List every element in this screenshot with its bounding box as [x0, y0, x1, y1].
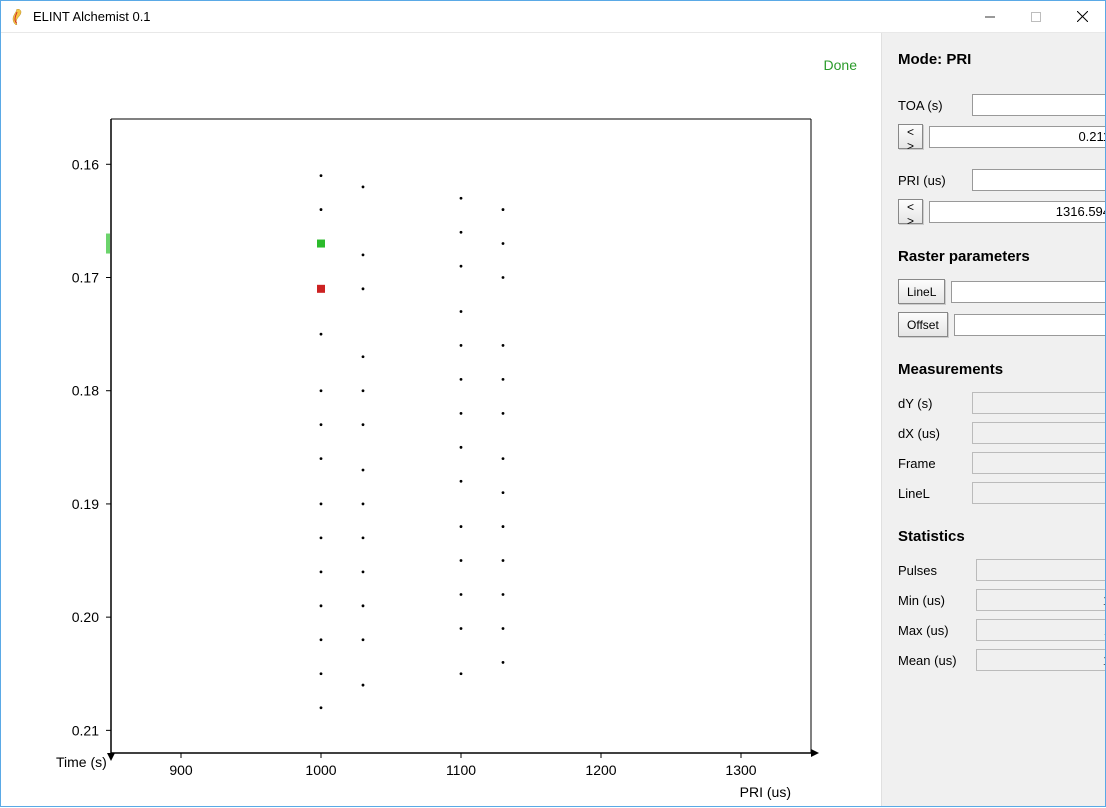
mode-title: Mode: PRI — [898, 51, 1105, 68]
minimize-button[interactable] — [967, 1, 1013, 32]
offset-input[interactable] — [954, 314, 1105, 336]
min-label: Min (us) — [898, 593, 970, 608]
sidebar: Mode: PRI TOA (s) < > PRI (us) < > Raste… — [881, 33, 1105, 806]
pri-label: PRI (us) — [898, 173, 966, 188]
toa-input-2[interactable] — [929, 126, 1105, 148]
frame-value — [972, 452, 1105, 474]
frame-label: Frame — [898, 456, 966, 471]
dy-value — [972, 392, 1105, 414]
pri-input-1[interactable] — [972, 169, 1105, 191]
svg-text:1300: 1300 — [725, 762, 756, 778]
svg-text:0.19: 0.19 — [72, 496, 99, 512]
pri-input-2[interactable] — [929, 201, 1105, 223]
app-icon — [9, 9, 25, 25]
mean-label: Mean (us) — [898, 653, 970, 668]
linel-input[interactable] — [951, 281, 1105, 303]
dx-label: dX (us) — [898, 426, 966, 441]
dx-value — [972, 422, 1105, 444]
pulses-value — [976, 559, 1105, 581]
svg-text:0.17: 0.17 — [72, 270, 99, 286]
linel2-value — [972, 482, 1105, 504]
svg-text:0.16: 0.16 — [72, 156, 99, 172]
mean-value — [976, 649, 1105, 671]
statistics-title: Statistics — [898, 528, 1105, 545]
window-controls — [967, 1, 1105, 32]
svg-text:0.21: 0.21 — [72, 722, 99, 738]
svg-text:1100: 1100 — [446, 762, 476, 778]
max-label: Max (us) — [898, 623, 970, 638]
svg-text:1000: 1000 — [305, 762, 336, 778]
toa-input-1[interactable] — [972, 94, 1105, 116]
title-bar: ELINT Alchemist 0.1 — [1, 1, 1105, 33]
plot-area[interactable]: Done 90010001100120013000.160.170.180.19… — [1, 33, 881, 806]
scatter-plot[interactable]: 900 1000 1100 1200 1300 0.16 0.17 0.18 0.19 0.20 0… — [1, 33, 881, 808]
svg-text:900: 900 — [169, 762, 193, 778]
maximize-button[interactable] — [1013, 1, 1059, 32]
svg-text:0.20: 0.20 — [72, 609, 99, 625]
linel2-label: LineL — [898, 486, 966, 501]
offset-button[interactable]: Offset — [898, 312, 948, 337]
pulses-label: Pulses — [898, 563, 970, 578]
toa-nav-button[interactable]: < > — [898, 124, 923, 149]
max-value — [976, 619, 1105, 641]
toa-label: TOA (s) — [898, 98, 966, 113]
close-button[interactable] — [1059, 1, 1105, 32]
svg-text:Time (s): Time (s) — [56, 754, 107, 770]
svg-text:0.18: 0.18 — [72, 383, 99, 399]
linel-button[interactable]: LineL — [898, 279, 945, 304]
min-value — [976, 589, 1105, 611]
svg-text:1200: 1200 — [585, 762, 616, 778]
pri-nav-button[interactable]: < > — [898, 199, 923, 224]
svg-text:PRI (us): PRI (us) — [740, 784, 791, 800]
dy-label: dY (s) — [898, 396, 966, 411]
window-title: ELINT Alchemist 0.1 — [33, 9, 151, 24]
raster-title: Raster parameters — [898, 248, 1105, 265]
measurements-title: Measurements — [898, 361, 1105, 378]
